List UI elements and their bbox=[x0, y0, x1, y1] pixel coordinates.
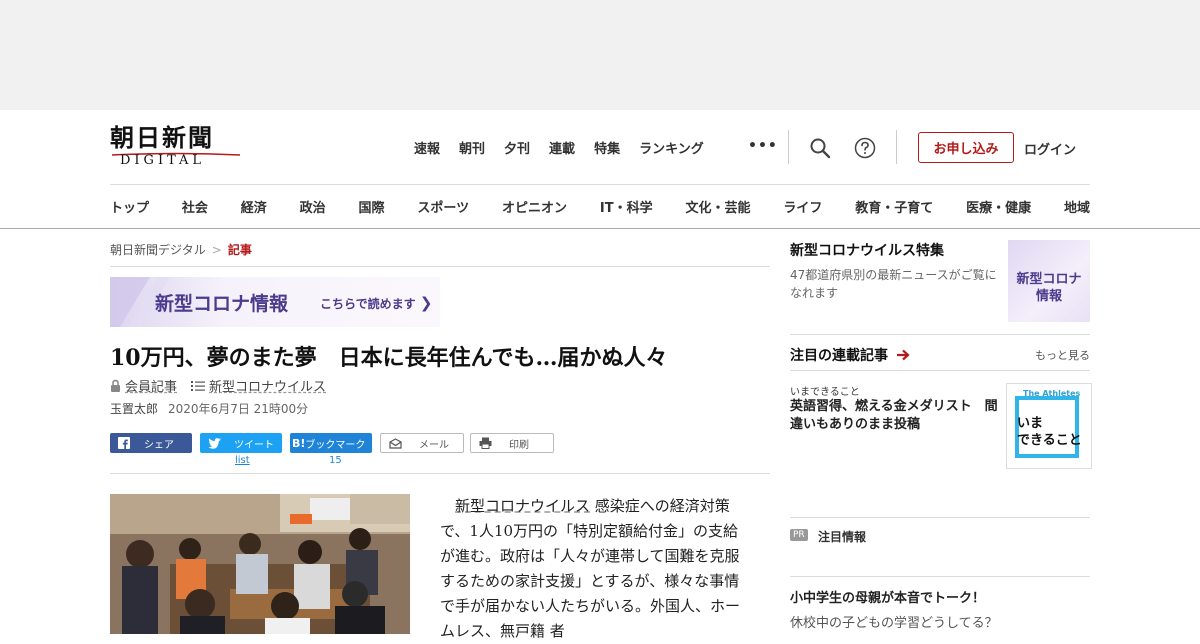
breadcrumb-home[interactable]: 朝日新聞デジタル bbox=[110, 243, 206, 257]
subscribe-button[interactable]: お申し込み bbox=[918, 132, 1014, 163]
facebook-icon bbox=[114, 437, 134, 449]
pr-article-sub: 休校中の子どもの学習どうしてる？ bbox=[790, 616, 998, 631]
cnav-item-it-science[interactable]: IT・科学 bbox=[600, 197, 653, 216]
category-nav: トップ 社会 経済 政治 国際 スポーツ オピニオン IT・科学 文化・芸能 ラ… bbox=[110, 197, 1090, 216]
corona-info-banner[interactable]: 新型コロナ情報 こちらで読めます ❯ bbox=[110, 277, 440, 327]
gnav-item-rensai[interactable]: 連載 bbox=[549, 138, 575, 157]
series-article-title[interactable]: 英語習得、燃える金メダリスト 間違いもありのまま投稿 bbox=[790, 398, 1000, 434]
divider bbox=[790, 576, 1090, 577]
banner-cta-label: こちらで読めます bbox=[320, 297, 416, 311]
corona-thumb-line2: 情報 bbox=[1035, 289, 1062, 304]
cnav-item-society[interactable]: 社会 bbox=[182, 197, 208, 216]
login-link[interactable]: ログイン bbox=[1024, 139, 1076, 158]
series-thumb-line2: できること bbox=[1017, 433, 1082, 448]
series-heading[interactable]: 注目の連載記事 bbox=[790, 345, 911, 365]
top-ad-area bbox=[0, 0, 1200, 110]
cnav-item-international[interactable]: 国際 bbox=[359, 197, 385, 216]
cnav-item-sports[interactable]: スポーツ bbox=[417, 197, 469, 216]
keyword-link[interactable]: 新型コロナウイルス bbox=[455, 497, 590, 515]
pr-section-label: 注目情報 bbox=[818, 530, 867, 544]
cnav-item-opinion[interactable]: オピニオン bbox=[502, 197, 567, 216]
author-name: 玉置太郎 bbox=[110, 402, 159, 416]
breadcrumb: 朝日新聞デジタル > 記事 bbox=[110, 241, 252, 258]
help-icon[interactable] bbox=[854, 137, 876, 159]
banner-cta: こちらで読めます ❯ bbox=[320, 294, 432, 312]
pr-article-title[interactable]: 小中学生の母親が本音でトーク！ bbox=[790, 590, 1090, 608]
site-header: 朝日新聞 DIGITAL 速報 朝刊 夕刊 連載 特集 ランキング ••• お申… bbox=[0, 110, 1200, 229]
cnav-item-region[interactable]: 地域 bbox=[1064, 197, 1090, 216]
series-heading-label: 注目の連載記事 bbox=[790, 348, 888, 364]
print-label: 印刷 bbox=[509, 439, 529, 451]
pr-badge: PR bbox=[790, 529, 808, 541]
cnav-item-education[interactable]: 教育・子育て bbox=[855, 197, 933, 216]
mail-share-button[interactable]: メール bbox=[380, 433, 464, 453]
mail-share-label: メール bbox=[419, 439, 449, 451]
cnav-item-top[interactable]: トップ bbox=[110, 197, 149, 216]
publish-date: 2020年6月7日 21時00分 bbox=[168, 402, 309, 416]
gnav-item-ranking[interactable]: ランキング bbox=[639, 138, 704, 157]
hatena-bookmark-label: ブックマーク bbox=[305, 439, 366, 451]
topic-link[interactable]: 新型コロナウイルス bbox=[209, 376, 326, 395]
series-thumb-top: The Athletes bbox=[1023, 389, 1081, 398]
divider bbox=[896, 130, 897, 164]
mail-icon bbox=[385, 437, 405, 449]
body-rest: 策で、1人10万円の「特別定額給付金」の支給が進む。政府は「人々が連帯して国難を… bbox=[440, 497, 741, 640]
article-title: 10万円、夢のまた夢 日本に長年住んでも…届かぬ人々 bbox=[110, 345, 668, 371]
twitter-count-link[interactable]: list bbox=[235, 455, 250, 466]
twitter-icon bbox=[204, 437, 224, 449]
article-paragraph: 新型コロナウイルス 感染症への経済対策で、1人10万円の「特別定額給付金」の支給… bbox=[440, 494, 750, 644]
article-photo[interactable] bbox=[110, 494, 410, 634]
cnav-item-life[interactable]: ライフ bbox=[783, 197, 822, 216]
twitter-share-button[interactable]: ツイート bbox=[200, 433, 282, 453]
cnav-item-health[interactable]: 医療・健康 bbox=[966, 197, 1031, 216]
banner-title: 新型コロナ情報 bbox=[155, 293, 289, 315]
lock-icon bbox=[111, 379, 120, 392]
global-nav: 速報 朝刊 夕刊 連載 特集 ランキング bbox=[414, 138, 723, 157]
divider bbox=[110, 473, 770, 474]
cnav-item-economy[interactable]: 経済 bbox=[241, 197, 267, 216]
chevron-right-icon: ❯ bbox=[419, 294, 433, 312]
print-icon bbox=[475, 437, 495, 449]
facebook-share-label: シェア bbox=[144, 439, 174, 451]
article-body: 新型コロナウイルス 感染症への経済対策で、1人10万円の「特別定額給付金」の支給… bbox=[440, 494, 750, 644]
cnav-item-culture[interactable]: 文化・芸能 bbox=[685, 197, 750, 216]
hatena-bookmark-button[interactable]: B! ブックマーク bbox=[290, 433, 372, 453]
header-divider bbox=[110, 184, 1090, 185]
breadcrumb-current: 記事 bbox=[227, 243, 252, 257]
article-meta: 会員記事 新型コロナウイルス bbox=[110, 376, 326, 395]
more-link[interactable]: もっと見る bbox=[1035, 347, 1090, 363]
site-logo[interactable]: 朝日新聞 DIGITAL bbox=[110, 124, 242, 170]
list-icon bbox=[191, 380, 206, 391]
more-menu-icon[interactable]: ••• bbox=[748, 138, 778, 154]
arrow-right-icon bbox=[896, 349, 910, 361]
sidebar-corona-desc: 47都道府県別の最新ニュースがご覧になれます bbox=[790, 268, 997, 300]
sidebar-corona-thumb[interactable]: 新型コロナ 情報 bbox=[1008, 240, 1090, 322]
divider bbox=[790, 370, 1090, 371]
divider bbox=[790, 517, 1090, 518]
divider bbox=[110, 266, 770, 267]
series-thumbnail[interactable]: The Athletes いま できること bbox=[1006, 383, 1092, 469]
gnav-item-sokuho[interactable]: 速報 bbox=[414, 138, 440, 157]
member-article-label[interactable]: 会員記事 bbox=[125, 376, 177, 395]
hatena-icon: B! bbox=[292, 436, 306, 450]
gnav-item-yukan[interactable]: 夕刊 bbox=[504, 138, 530, 157]
twitter-share-label: ツイート bbox=[234, 439, 274, 451]
divider bbox=[788, 130, 789, 164]
article-byline: 玉置太郎 2020年6月7日 21時00分 bbox=[110, 400, 308, 417]
series-label: いまできること bbox=[790, 387, 860, 398]
gnav-item-tokushu[interactable]: 特集 bbox=[594, 138, 620, 157]
logo-jp-text: 朝日新聞 bbox=[110, 123, 214, 152]
breadcrumb-separator: > bbox=[211, 243, 222, 257]
body-line1-rest: 感染症への経済対 bbox=[594, 497, 715, 515]
hatena-count[interactable]: 15 bbox=[329, 455, 342, 466]
divider bbox=[790, 334, 1090, 335]
print-button[interactable]: 印刷 bbox=[470, 433, 554, 453]
facebook-share-button[interactable]: シェア bbox=[110, 433, 192, 453]
gnav-item-choukan[interactable]: 朝刊 bbox=[459, 138, 485, 157]
logo-en-text: DIGITAL bbox=[120, 153, 206, 168]
cnav-item-politics[interactable]: 政治 bbox=[300, 197, 326, 216]
sidebar-corona-title[interactable]: 新型コロナウイルス特集 bbox=[790, 240, 944, 260]
search-icon[interactable] bbox=[808, 136, 832, 160]
